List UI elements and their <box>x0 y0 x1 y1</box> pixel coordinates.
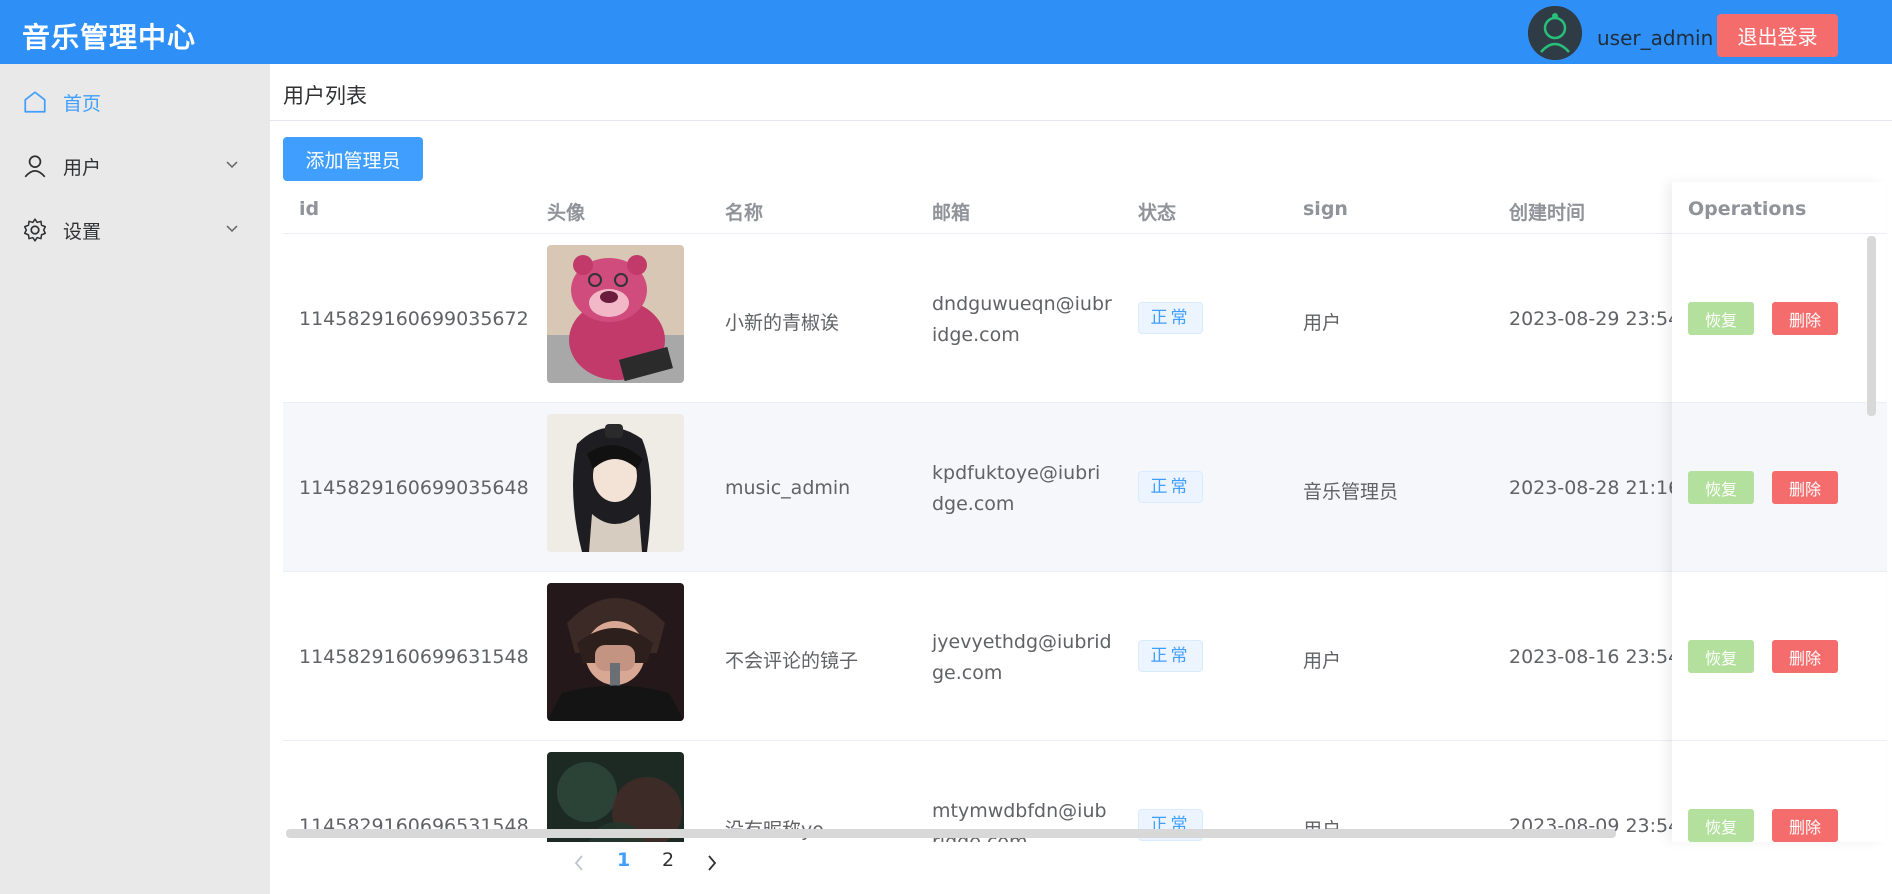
avatar-image <box>547 583 684 721</box>
delete-button[interactable]: 删除 <box>1772 471 1838 504</box>
top-bar: 音乐管理中心 user_admin 退出登录 <box>0 0 1892 64</box>
table-row[interactable]: 1145829160699631548 不会评论的镜子 jyevyethdg@i… <box>283 572 1887 741</box>
sidebar-item-users[interactable]: 用户 <box>0 136 270 196</box>
avatar-image <box>547 245 684 383</box>
cell-sign: 音乐管理员 <box>1303 481 1399 503</box>
next-page-icon[interactable] <box>705 853 719 873</box>
column-header-id: id <box>299 198 320 220</box>
column-header-sign: sign <box>1303 198 1348 220</box>
user-table: id 头像 名称 邮箱 状态 sign 创建时间 114582916069903… <box>283 182 1887 842</box>
sidebar: 首页 用户 设置 <box>0 64 270 894</box>
restore-button[interactable]: 恢复 <box>1688 471 1754 504</box>
table-row[interactable]: 1145829160696531548 没有昵称yo mtymwdbfdn@iu… <box>283 741 1887 842</box>
cell-created: 2023-08-28 21:16 <box>1509 477 1681 499</box>
column-header-status: 状态 <box>1138 202 1177 224</box>
table-row[interactable]: 1145829160699035672 小新的青椒诶 dndguwueqn@iu… <box>283 234 1887 403</box>
delete-button[interactable]: 删除 <box>1772 809 1838 842</box>
cell-sign: 用户 <box>1303 650 1342 672</box>
cell-id: 1145829160699035648 <box>299 477 529 499</box>
page-number[interactable]: 2 <box>662 849 674 871</box>
column-header-avatar: 头像 <box>547 202 586 224</box>
add-admin-button[interactable]: 添加管理员 <box>283 137 423 181</box>
cell-id: 1145829160699631548 <box>299 646 529 668</box>
chevron-down-icon <box>226 161 238 169</box>
status-badge: 正常 <box>1138 302 1203 334</box>
table-header: id 头像 名称 邮箱 状态 sign 创建时间 <box>283 182 1887 234</box>
cell-name: 不会评论的镜子 <box>725 650 859 672</box>
operations-cell: 恢复 删除 <box>1672 234 1886 403</box>
column-header-created: 创建时间 <box>1509 202 1586 224</box>
restore-button[interactable]: 恢复 <box>1688 640 1754 673</box>
cell-created: 2023-08-29 23:54 <box>1509 308 1681 330</box>
pagination: 1 2 <box>560 845 730 881</box>
delete-button[interactable]: 删除 <box>1772 640 1838 673</box>
cell-email: dndguwueqn@iubridge.com <box>932 293 1112 346</box>
user-avatar[interactable] <box>1528 6 1582 60</box>
column-header-email: 邮箱 <box>932 202 971 224</box>
column-header-name: 名称 <box>725 202 764 224</box>
logout-button[interactable]: 退出登录 <box>1717 14 1838 57</box>
operations-cell: 恢复 删除 <box>1672 572 1886 741</box>
operations-cell: 恢复 删除 <box>1672 741 1886 842</box>
chevron-down-icon <box>226 225 238 233</box>
sidebar-item-settings[interactable]: 设置 <box>0 200 270 260</box>
sidebar-item-home[interactable]: 首页 <box>0 72 270 132</box>
app-title: 音乐管理中心 <box>22 21 197 54</box>
delete-button[interactable]: 删除 <box>1772 302 1838 335</box>
avatar-image <box>547 414 684 552</box>
prev-page-icon[interactable] <box>572 853 586 873</box>
cell-id: 1145829160699035672 <box>299 308 529 330</box>
cell-created: 2023-08-16 23:54 <box>1509 646 1681 668</box>
restore-button[interactable]: 恢复 <box>1688 809 1754 842</box>
username: user_admin <box>1597 26 1714 50</box>
gear-icon <box>23 218 47 242</box>
cell-email: kpdfuktoye@iubridge.com <box>932 462 1101 515</box>
column-header-operations: Operations <box>1688 198 1807 220</box>
vertical-scrollbar[interactable] <box>1867 236 1876 416</box>
home-icon <box>24 91 46 113</box>
status-badge: 正常 <box>1138 471 1203 503</box>
table-header: Operations <box>1672 182 1886 234</box>
page-title: 用户列表 <box>283 84 367 108</box>
page-number[interactable]: 1 <box>617 849 630 871</box>
sidebar-item-label: 用户 <box>63 157 102 179</box>
cell-sign: 用户 <box>1303 312 1342 334</box>
sidebar-item-label: 设置 <box>63 221 102 243</box>
avatar-icon <box>1528 6 1582 60</box>
operations-cell: 恢复 删除 <box>1672 403 1886 572</box>
sidebar-item-label: 首页 <box>63 93 102 115</box>
user-icon <box>24 155 46 178</box>
cell-name: 小新的青椒诶 <box>725 312 840 334</box>
table-row[interactable]: 1145829160699035648 music_admin kpdfukto… <box>283 403 1887 572</box>
cell-name: music_admin <box>725 477 851 499</box>
restore-button[interactable]: 恢复 <box>1688 302 1754 335</box>
cell-email: jyevyethdg@iubridge.com <box>932 631 1112 684</box>
horizontal-scrollbar[interactable] <box>286 829 1616 838</box>
status-badge: 正常 <box>1138 640 1203 672</box>
divider <box>270 120 1892 121</box>
operations-column: Operations 恢复 删除 恢复 删除 恢复 删除 恢复 删除 <box>1672 182 1886 842</box>
